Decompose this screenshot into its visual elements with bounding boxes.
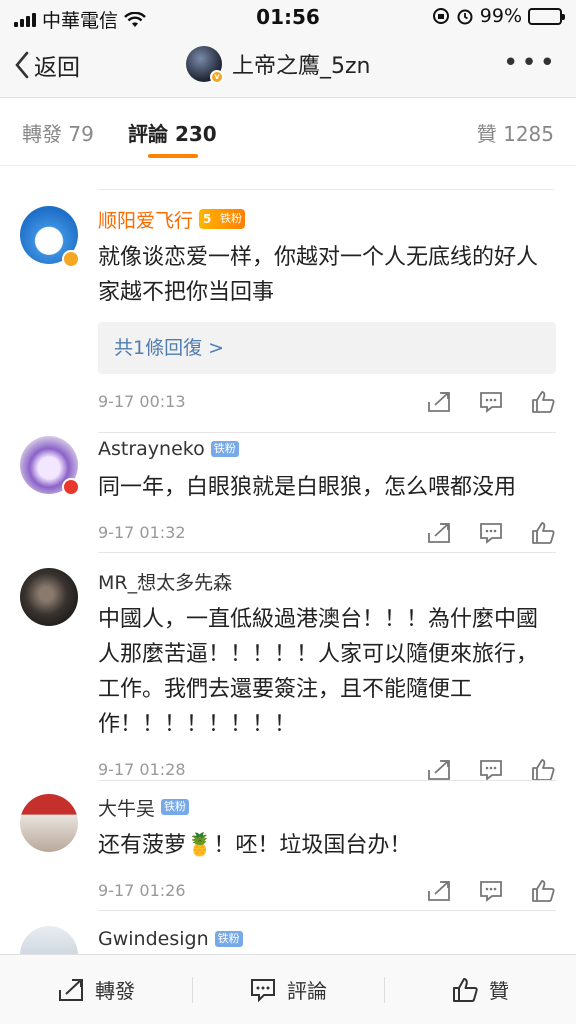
comment-button[interactable]: 評論 (192, 955, 384, 1024)
author-name: 顺阳爱飞行 (98, 209, 194, 232)
nav-bar: 返回 v 上帝之鷹_5zn ••• (0, 34, 576, 98)
share-icon[interactable] (426, 390, 452, 414)
comment-text: 中國人，一直低級過港澳台！！！為什麼中國人那麼苦逼！！！！！人家可以隨便來旅行，… (98, 607, 539, 737)
verified-icon: v (210, 70, 224, 84)
comment-footer: 9-17 00:13 (98, 382, 556, 422)
divider (98, 552, 556, 553)
bottom-action-bar: 轉發 評論 贊 (0, 954, 576, 1024)
comment-time: 9-17 01:32 (98, 523, 186, 542)
avatar: v (186, 46, 224, 84)
share-icon (59, 978, 83, 1001)
share-icon[interactable] (426, 758, 452, 782)
avatar[interactable] (20, 926, 78, 954)
comment-time: 9-17 01:28 (98, 760, 186, 779)
tab-comments[interactable]: 評論 230 (128, 118, 217, 147)
comment-footer: 9-17 01:26 (98, 871, 556, 911)
comment-author[interactable]: Astrayneko 铁粉 (98, 436, 556, 462)
battery-percent: 99% (479, 5, 522, 27)
reply-icon[interactable] (478, 879, 504, 903)
lock-rotation-icon (432, 8, 449, 24)
fan-badge: 铁粉 (161, 799, 190, 815)
divider (98, 910, 556, 911)
comment-author[interactable]: 顺阳爱飞行 铁粉 (98, 206, 556, 232)
comment-time: 9-17 00:13 (98, 392, 186, 411)
comment-label: 評論 (287, 979, 327, 1003)
author-name: MR_想太多先森 (98, 571, 233, 594)
comment-time: 9-17 01:26 (98, 881, 186, 900)
nav-title[interactable]: v 上帝之鷹_5zn (186, 46, 371, 84)
comment-author[interactable]: Gwindesign 铁粉 (98, 926, 556, 952)
user-name: 上帝之鷹_5zn (232, 54, 371, 79)
view-replies-button[interactable]: 共1條回復 > (98, 322, 556, 374)
alarm-icon (457, 9, 473, 25)
battery-icon (528, 7, 565, 25)
like-icon[interactable] (530, 758, 556, 782)
repost-button[interactable]: 轉發 (0, 955, 192, 1024)
like-icon[interactable] (530, 879, 556, 903)
fan-level-badge: 铁粉 (199, 209, 246, 229)
avatar[interactable] (20, 794, 78, 852)
comment-footer: 9-17 01:32 (98, 513, 556, 553)
like-button[interactable]: 贊 (384, 955, 576, 1024)
share-icon[interactable] (426, 521, 452, 545)
comment-author[interactable]: 大牛吴 铁粉 (98, 794, 556, 820)
chevron-left-icon (15, 51, 29, 79)
comment-icon (251, 978, 275, 1002)
repost-label: 轉發 (95, 979, 135, 1003)
back-label: 返回 (34, 55, 80, 81)
tab-repost[interactable]: 轉發 79 (22, 118, 94, 147)
back-button[interactable]: 返回 (14, 48, 80, 82)
comment-author[interactable]: MR_想太多先森 (98, 568, 556, 594)
previous-comment-edge (98, 166, 554, 190)
tab-bar: 轉發 79 評論 230 贊 1285 (0, 98, 576, 166)
status-right: 99% (432, 5, 565, 27)
like-icon[interactable] (530, 390, 556, 414)
tab-likes[interactable]: 贊 1285 (477, 118, 554, 147)
red-badge-icon (62, 478, 80, 496)
comment-list[interactable]: 顺阳爱飞行 铁粉 就像谈恋爱一样，你越对一个人无底线的好人家越不把你当回事 共1… (0, 166, 576, 954)
divider (98, 432, 556, 433)
comment-text: 还有菠萝🍍！呸！垃圾国台办！ (98, 833, 412, 858)
avatar[interactable] (20, 568, 78, 626)
thumbs-up-icon (453, 977, 478, 1002)
verified-icon (62, 250, 80, 268)
author-name: Astrayneko (98, 438, 205, 460)
tab-indicator (148, 154, 198, 158)
comment-text: 同一年，白眼狼就是白眼狼，怎么喂都没用 (98, 475, 517, 500)
reply-icon[interactable] (478, 521, 504, 545)
share-icon[interactable] (426, 879, 452, 903)
reply-icon[interactable] (478, 758, 504, 782)
comment-footer: 9-17 01:28 (98, 750, 556, 790)
reply-icon[interactable] (478, 390, 504, 414)
like-label: 贊 (489, 979, 509, 1003)
divider (98, 780, 556, 781)
status-bar: 中華電信 01:56 99% (0, 0, 576, 34)
fan-badge: 铁粉 (210, 441, 239, 457)
author-name: Gwindesign (98, 928, 209, 950)
comment-text: 就像谈恋爱一样，你越对一个人无底线的好人家越不把你当回事 (98, 245, 539, 305)
like-icon[interactable] (530, 521, 556, 545)
author-name: 大牛吴 (98, 797, 156, 820)
more-icon[interactable]: ••• (503, 50, 558, 76)
fan-badge: 铁粉 (214, 931, 243, 947)
